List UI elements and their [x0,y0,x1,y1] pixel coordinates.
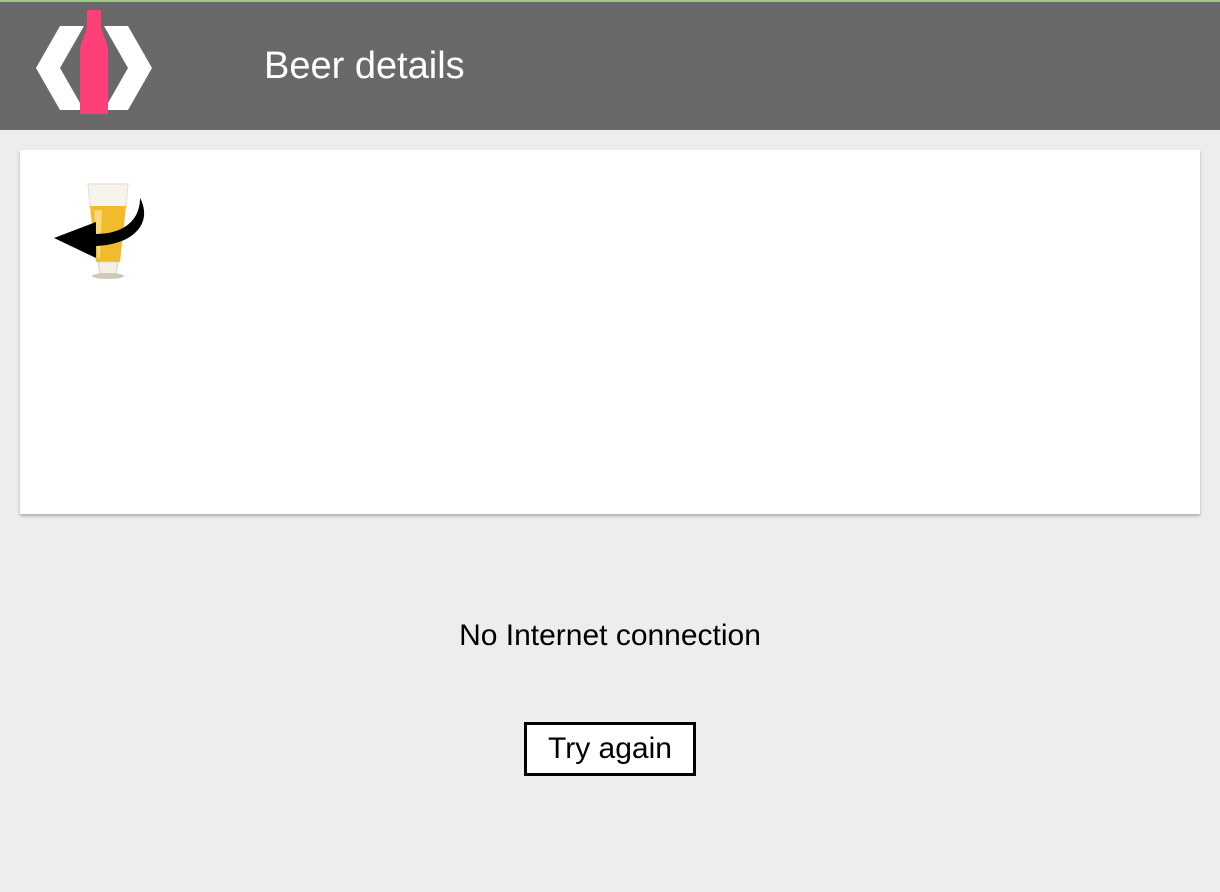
app-header: Beer details [0,2,1220,130]
back-button[interactable] [54,178,154,284]
beer-detail-card [20,150,1200,514]
error-message: No Internet connection [459,619,761,652]
app-logo-icon [36,10,152,114]
beer-glass-back-arrow-icon [54,183,145,279]
try-again-button[interactable]: Try again [524,722,696,776]
page-title: Beer details [264,45,465,87]
